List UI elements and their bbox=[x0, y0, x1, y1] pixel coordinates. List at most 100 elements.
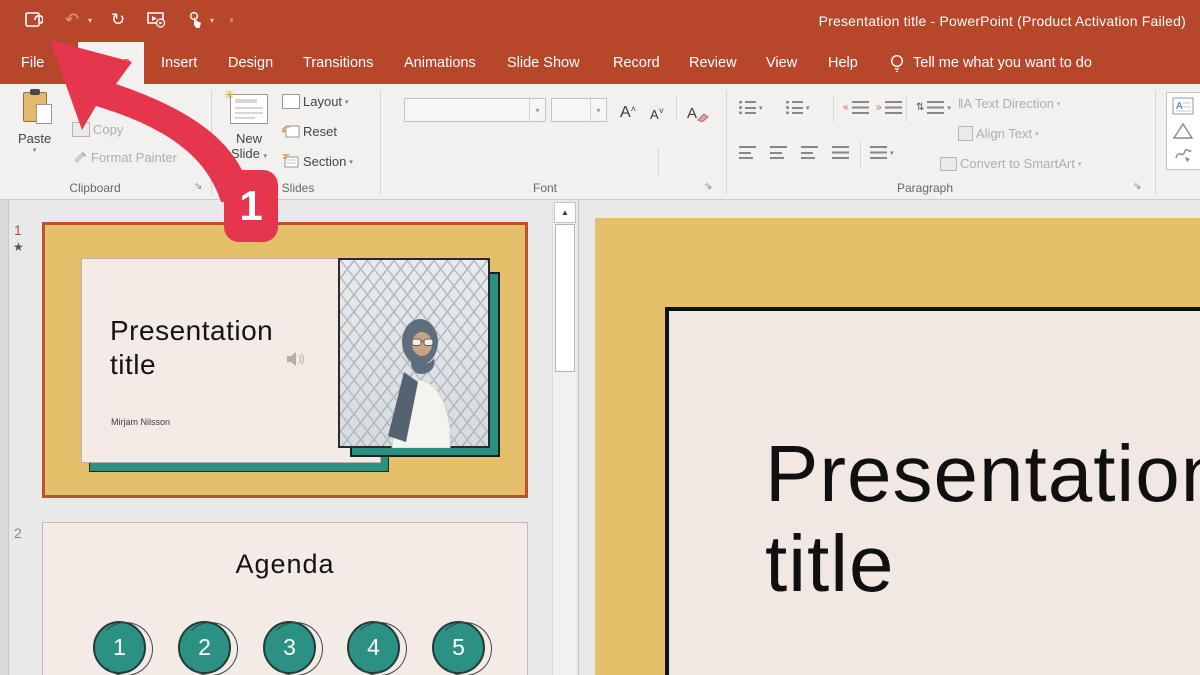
columns-button[interactable]: ▾ bbox=[870, 146, 894, 159]
panel-left-edge bbox=[0, 200, 9, 675]
format-painter-icon bbox=[72, 151, 88, 165]
align-right-icon bbox=[801, 146, 818, 159]
layout-button[interactable]: Layout ▾ bbox=[282, 94, 349, 109]
tab-animations[interactable]: Animations bbox=[398, 42, 482, 84]
title-bar: ↶ ▾ ↻ ▾ ⹀ Presentation title - PowerPoin… bbox=[0, 0, 1200, 42]
reset-icon bbox=[282, 124, 300, 139]
agenda-circle-3: 3 bbox=[263, 621, 316, 674]
slide-1-thumbnail[interactable]: Presentation title Mirjam Nilsson bbox=[42, 222, 528, 498]
agenda-circle-2: 2 bbox=[178, 621, 231, 674]
slide-1-title: Presentation title bbox=[110, 314, 273, 381]
tab-file[interactable]: File bbox=[15, 42, 50, 84]
tab-help[interactable]: Help bbox=[822, 42, 864, 84]
increase-indent-icon bbox=[885, 101, 902, 114]
copy-icon bbox=[72, 122, 90, 137]
start-slideshow-icon[interactable] bbox=[144, 8, 168, 32]
tab-home[interactable]: Home bbox=[78, 42, 144, 84]
powerpoint-window: ↶ ▾ ↻ ▾ ⹀ Presentation title - PowerPoin… bbox=[0, 0, 1200, 675]
touch-mode-chevron-icon[interactable]: ▾ bbox=[210, 16, 214, 25]
shape-gallery[interactable]: A bbox=[1166, 92, 1200, 170]
line-spacing-icon bbox=[927, 101, 944, 114]
font-group-label: Font bbox=[490, 181, 600, 195]
slide-canvas[interactable]: Presentation title bbox=[595, 218, 1200, 675]
tell-me-box[interactable]: Tell me what you want to do bbox=[890, 42, 1092, 84]
quick-access-toolbar: ↶ ▾ ↻ ▾ ⹀ bbox=[22, 8, 233, 32]
bullets-icon bbox=[739, 101, 756, 114]
reset-button[interactable]: Reset bbox=[282, 124, 337, 139]
font-dialog-launcher-icon[interactable]: ⇘ bbox=[704, 182, 716, 194]
lightbulb-icon bbox=[890, 54, 904, 73]
tab-design[interactable]: Design bbox=[222, 42, 279, 84]
tab-insert[interactable]: Insert bbox=[155, 42, 203, 84]
numbering-icon bbox=[786, 101, 803, 114]
workspace: 1 ★ Presentation title Mirjam Nilsson bbox=[0, 200, 1200, 675]
copy-button[interactable]: Copy bbox=[72, 122, 123, 137]
numbering-button[interactable]: ▾ bbox=[786, 101, 810, 114]
scroll-up-icon[interactable]: ▲ bbox=[554, 202, 576, 223]
repeat-icon[interactable]: ↻ bbox=[106, 8, 130, 32]
decrease-indent-icon bbox=[852, 101, 869, 114]
section-button[interactable]: Section ▾ bbox=[282, 154, 353, 169]
tab-view[interactable]: View bbox=[760, 42, 803, 84]
align-center-icon bbox=[770, 146, 787, 159]
columns-icon bbox=[870, 146, 887, 159]
paragraph-group-label: Paragraph bbox=[870, 181, 980, 195]
tab-review[interactable]: Review bbox=[683, 42, 743, 84]
triangle-shape-icon bbox=[1172, 122, 1194, 140]
clipboard-group-label: Clipboard bbox=[30, 181, 160, 195]
font-name-combobox[interactable]: ▾ bbox=[404, 98, 546, 122]
annotation-step-badge: 1 bbox=[224, 170, 278, 242]
touch-mode-icon[interactable] bbox=[182, 8, 206, 32]
paste-icon bbox=[23, 92, 47, 122]
ribbon-tab-row: File Home Insert Design Transitions Anim… bbox=[0, 42, 1200, 84]
undo-chevron-icon[interactable]: ▾ bbox=[88, 16, 92, 25]
slide-title-card[interactable]: Presentation title bbox=[665, 307, 1200, 675]
convert-smartart-button[interactable]: Convert to SmartArt▾ bbox=[940, 156, 1081, 171]
thumbnail-scrollbar[interactable]: ▲ bbox=[552, 202, 576, 675]
tab-transitions[interactable]: Transitions bbox=[297, 42, 379, 84]
align-left-icon bbox=[739, 146, 756, 159]
text-direction-button[interactable]: ‖A Text Direction▾ bbox=[958, 96, 1060, 111]
customize-quick-access-icon[interactable]: ⹀ bbox=[230, 13, 233, 27]
person-photo-figure bbox=[364, 308, 464, 448]
slide-title-text[interactable]: Presentation title bbox=[765, 429, 1200, 608]
section-icon bbox=[282, 154, 300, 169]
paste-button[interactable]: Paste ▾ bbox=[18, 92, 51, 154]
align-text-button[interactable]: Align Text▾ bbox=[958, 126, 1039, 141]
slide-1-subtitle: Mirjam Nilsson bbox=[111, 417, 170, 427]
justify-button[interactable] bbox=[832, 146, 849, 159]
shrink-font-button[interactable]: A˅ bbox=[644, 96, 670, 122]
paragraph-dialog-launcher-icon[interactable]: ⇘ bbox=[1133, 182, 1145, 194]
tab-record[interactable]: Record bbox=[607, 42, 666, 84]
new-slide-icon: ✳ bbox=[230, 94, 268, 124]
slide-2-title: Agenda bbox=[43, 549, 527, 580]
agenda-circle-1: 1 bbox=[93, 621, 146, 674]
clipboard-dialog-launcher-icon[interactable]: ⇘ bbox=[194, 182, 206, 194]
agenda-circle-4: 4 bbox=[347, 621, 400, 674]
grow-font-button[interactable]: A˄ bbox=[615, 96, 641, 122]
format-painter-button[interactable]: Format Painter bbox=[72, 150, 177, 165]
scrollbar-thumb[interactable] bbox=[555, 224, 575, 372]
freeform-shape-icon bbox=[1172, 146, 1194, 162]
convert-smartart-icon bbox=[940, 157, 957, 171]
tab-slide-show[interactable]: Slide Show bbox=[501, 42, 586, 84]
paste-chevron-icon: ▾ bbox=[18, 146, 51, 154]
text-direction-icon: ‖A bbox=[958, 96, 972, 111]
text-box-icon: A bbox=[1172, 97, 1194, 115]
clear-formatting-button[interactable]: A bbox=[684, 96, 712, 122]
align-right-button[interactable] bbox=[801, 146, 818, 159]
align-center-button[interactable] bbox=[770, 146, 787, 159]
tell-me-label: Tell me what you want to do bbox=[913, 55, 1092, 71]
pane-divider[interactable] bbox=[578, 200, 579, 675]
bullets-button[interactable]: ▾ bbox=[739, 101, 763, 114]
save-icon[interactable] bbox=[22, 8, 46, 32]
increase-indent-button[interactable]: » bbox=[876, 101, 902, 114]
align-left-button[interactable] bbox=[739, 146, 756, 159]
slide-2-number: 2 bbox=[14, 525, 22, 541]
font-size-combobox[interactable]: ▾ bbox=[551, 98, 607, 122]
line-spacing-button[interactable]: ⇅▾ bbox=[916, 101, 951, 114]
undo-icon[interactable]: ↶ bbox=[60, 8, 84, 32]
decrease-indent-button[interactable]: « bbox=[843, 101, 869, 114]
new-slide-button[interactable]: ✳ New Slide ▾ bbox=[224, 92, 274, 161]
slide-2-thumbnail[interactable]: Agenda 1 2 3 4 5 bbox=[42, 522, 528, 675]
